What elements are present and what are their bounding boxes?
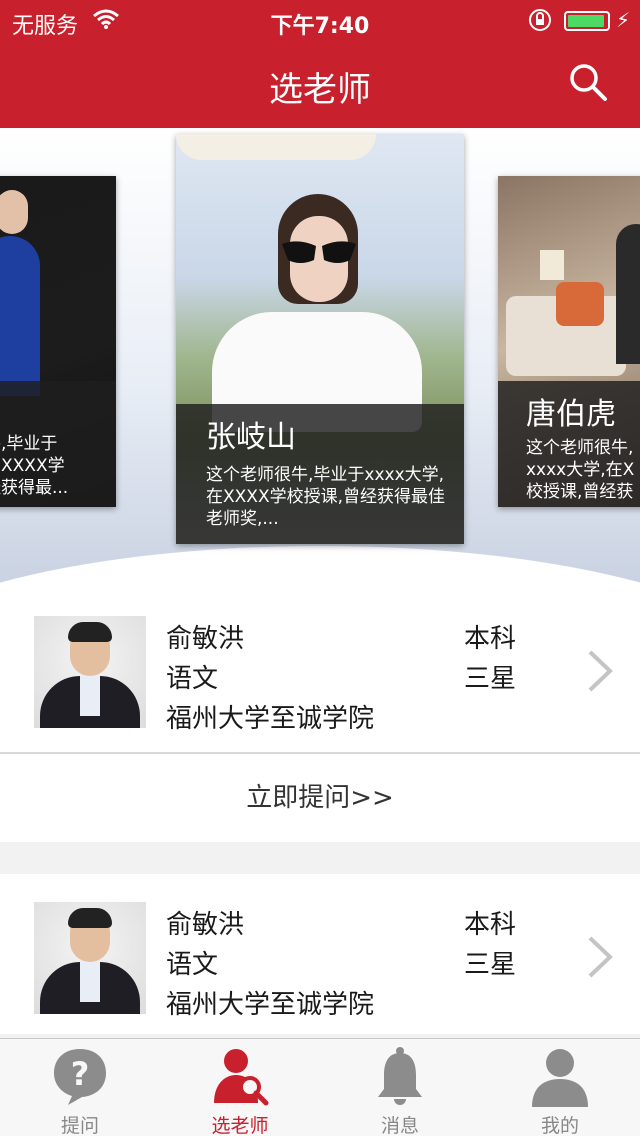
card-description: 这个老师很牛,毕业于xxxx大学,在XXXX学校授课,曾经获得最佳老师奖,... <box>206 465 445 529</box>
top-bar: 无服务 下午7:40 ⚡ 选老师 <box>0 0 640 128</box>
card-name: 张岐山 <box>206 420 296 455</box>
user-icon <box>532 1049 588 1107</box>
card-description: 牛,毕业于 在XXXX学 经获得最... <box>0 434 69 498</box>
tab-label: 提问 <box>60 1115 99 1136</box>
teacher-school: 福州大学至诚学院 <box>166 990 375 1020</box>
carousel-card-right[interactable]: 唐伯虎 这个老师很牛, xxxx大学,在X 校授课,曾经获 <box>498 176 640 507</box>
ask-now-link[interactable]: 立即提问>> <box>0 754 640 842</box>
search-icon[interactable] <box>568 62 608 102</box>
tab-ask[interactable]: ? 提问 <box>0 1039 160 1136</box>
teacher-name: 俞敏洪 <box>166 910 245 940</box>
tab-choose-teacher[interactable]: 选老师 <box>160 1039 320 1136</box>
carousel-card-center[interactable]: 张岐山 这个老师很牛,毕业于xxxx大学,在XXXX学校授课,曾经获得最佳老师奖… <box>176 134 464 544</box>
card-caption: 牛,毕业于 在XXXX学 经获得最... <box>0 381 116 507</box>
teacher-name: 俞敏洪 <box>166 624 245 654</box>
featured-teacher-carousel[interactable]: 牛,毕业于 在XXXX学 经获得最... 张岐山 这个老师很牛,毕业于xxxx大… <box>0 128 640 588</box>
carousel-card-left[interactable]: 牛,毕业于 在XXXX学 经获得最... <box>0 176 116 507</box>
teacher-subject: 语文 <box>166 950 219 980</box>
teacher-list-item: 俞敏洪 语文 福州大学至诚学院 本科 三星 <box>0 874 640 1034</box>
teacher-subject: 语文 <box>166 664 219 694</box>
tab-label: 我的 <box>540 1115 579 1136</box>
svg-text:?: ? <box>71 1055 90 1093</box>
tab-label: 选老师 <box>211 1115 269 1136</box>
tab-bar: ? 提问 选老师 消息 我的 <box>0 1038 640 1136</box>
charging-icon: ⚡ <box>616 8 631 32</box>
teacher-info-row[interactable]: 俞敏洪 语文 福州大学至诚学院 本科 三星 <box>0 874 640 1038</box>
card-description: 这个老师很牛, xxxx大学,在X 校授课,曾经获 <box>526 438 635 502</box>
teacher-search-icon <box>214 1049 269 1106</box>
battery-icon <box>564 11 610 31</box>
tab-label: 消息 <box>380 1115 419 1136</box>
question-bubble-icon: ? <box>54 1049 106 1105</box>
chevron-right-icon[interactable] <box>584 648 614 694</box>
bell-icon <box>378 1047 422 1105</box>
teacher-list-item: 俞敏洪 语文 福州大学至诚学院 本科 三星 立即提问>> <box>0 588 640 842</box>
rotation-lock-icon <box>529 9 551 31</box>
teacher-rank: 三星 <box>464 664 517 694</box>
teacher-degree: 本科 <box>464 910 517 940</box>
tab-messages[interactable]: 消息 <box>320 1039 480 1136</box>
tab-profile[interactable]: 我的 <box>480 1039 640 1136</box>
teacher-info-row[interactable]: 俞敏洪 语文 福州大学至诚学院 本科 三星 <box>0 588 640 752</box>
status-bar: 无服务 下午7:40 ⚡ <box>0 0 640 40</box>
chevron-right-icon[interactable] <box>584 934 614 980</box>
card-caption: 张岐山 这个老师很牛,毕业于xxxx大学,在XXXX学校授课,曾经获得最佳老师奖… <box>176 404 464 544</box>
card-caption: 唐伯虎 这个老师很牛, xxxx大学,在X 校授课,曾经获 <box>498 381 640 507</box>
avatar <box>34 902 146 1014</box>
card-name: 唐伯虎 <box>526 397 616 432</box>
page-title: 选老师 <box>269 70 371 110</box>
teacher-degree: 本科 <box>464 624 517 654</box>
avatar <box>34 616 146 728</box>
teacher-rank: 三星 <box>464 950 517 980</box>
teacher-school: 福州大学至诚学院 <box>166 704 375 734</box>
